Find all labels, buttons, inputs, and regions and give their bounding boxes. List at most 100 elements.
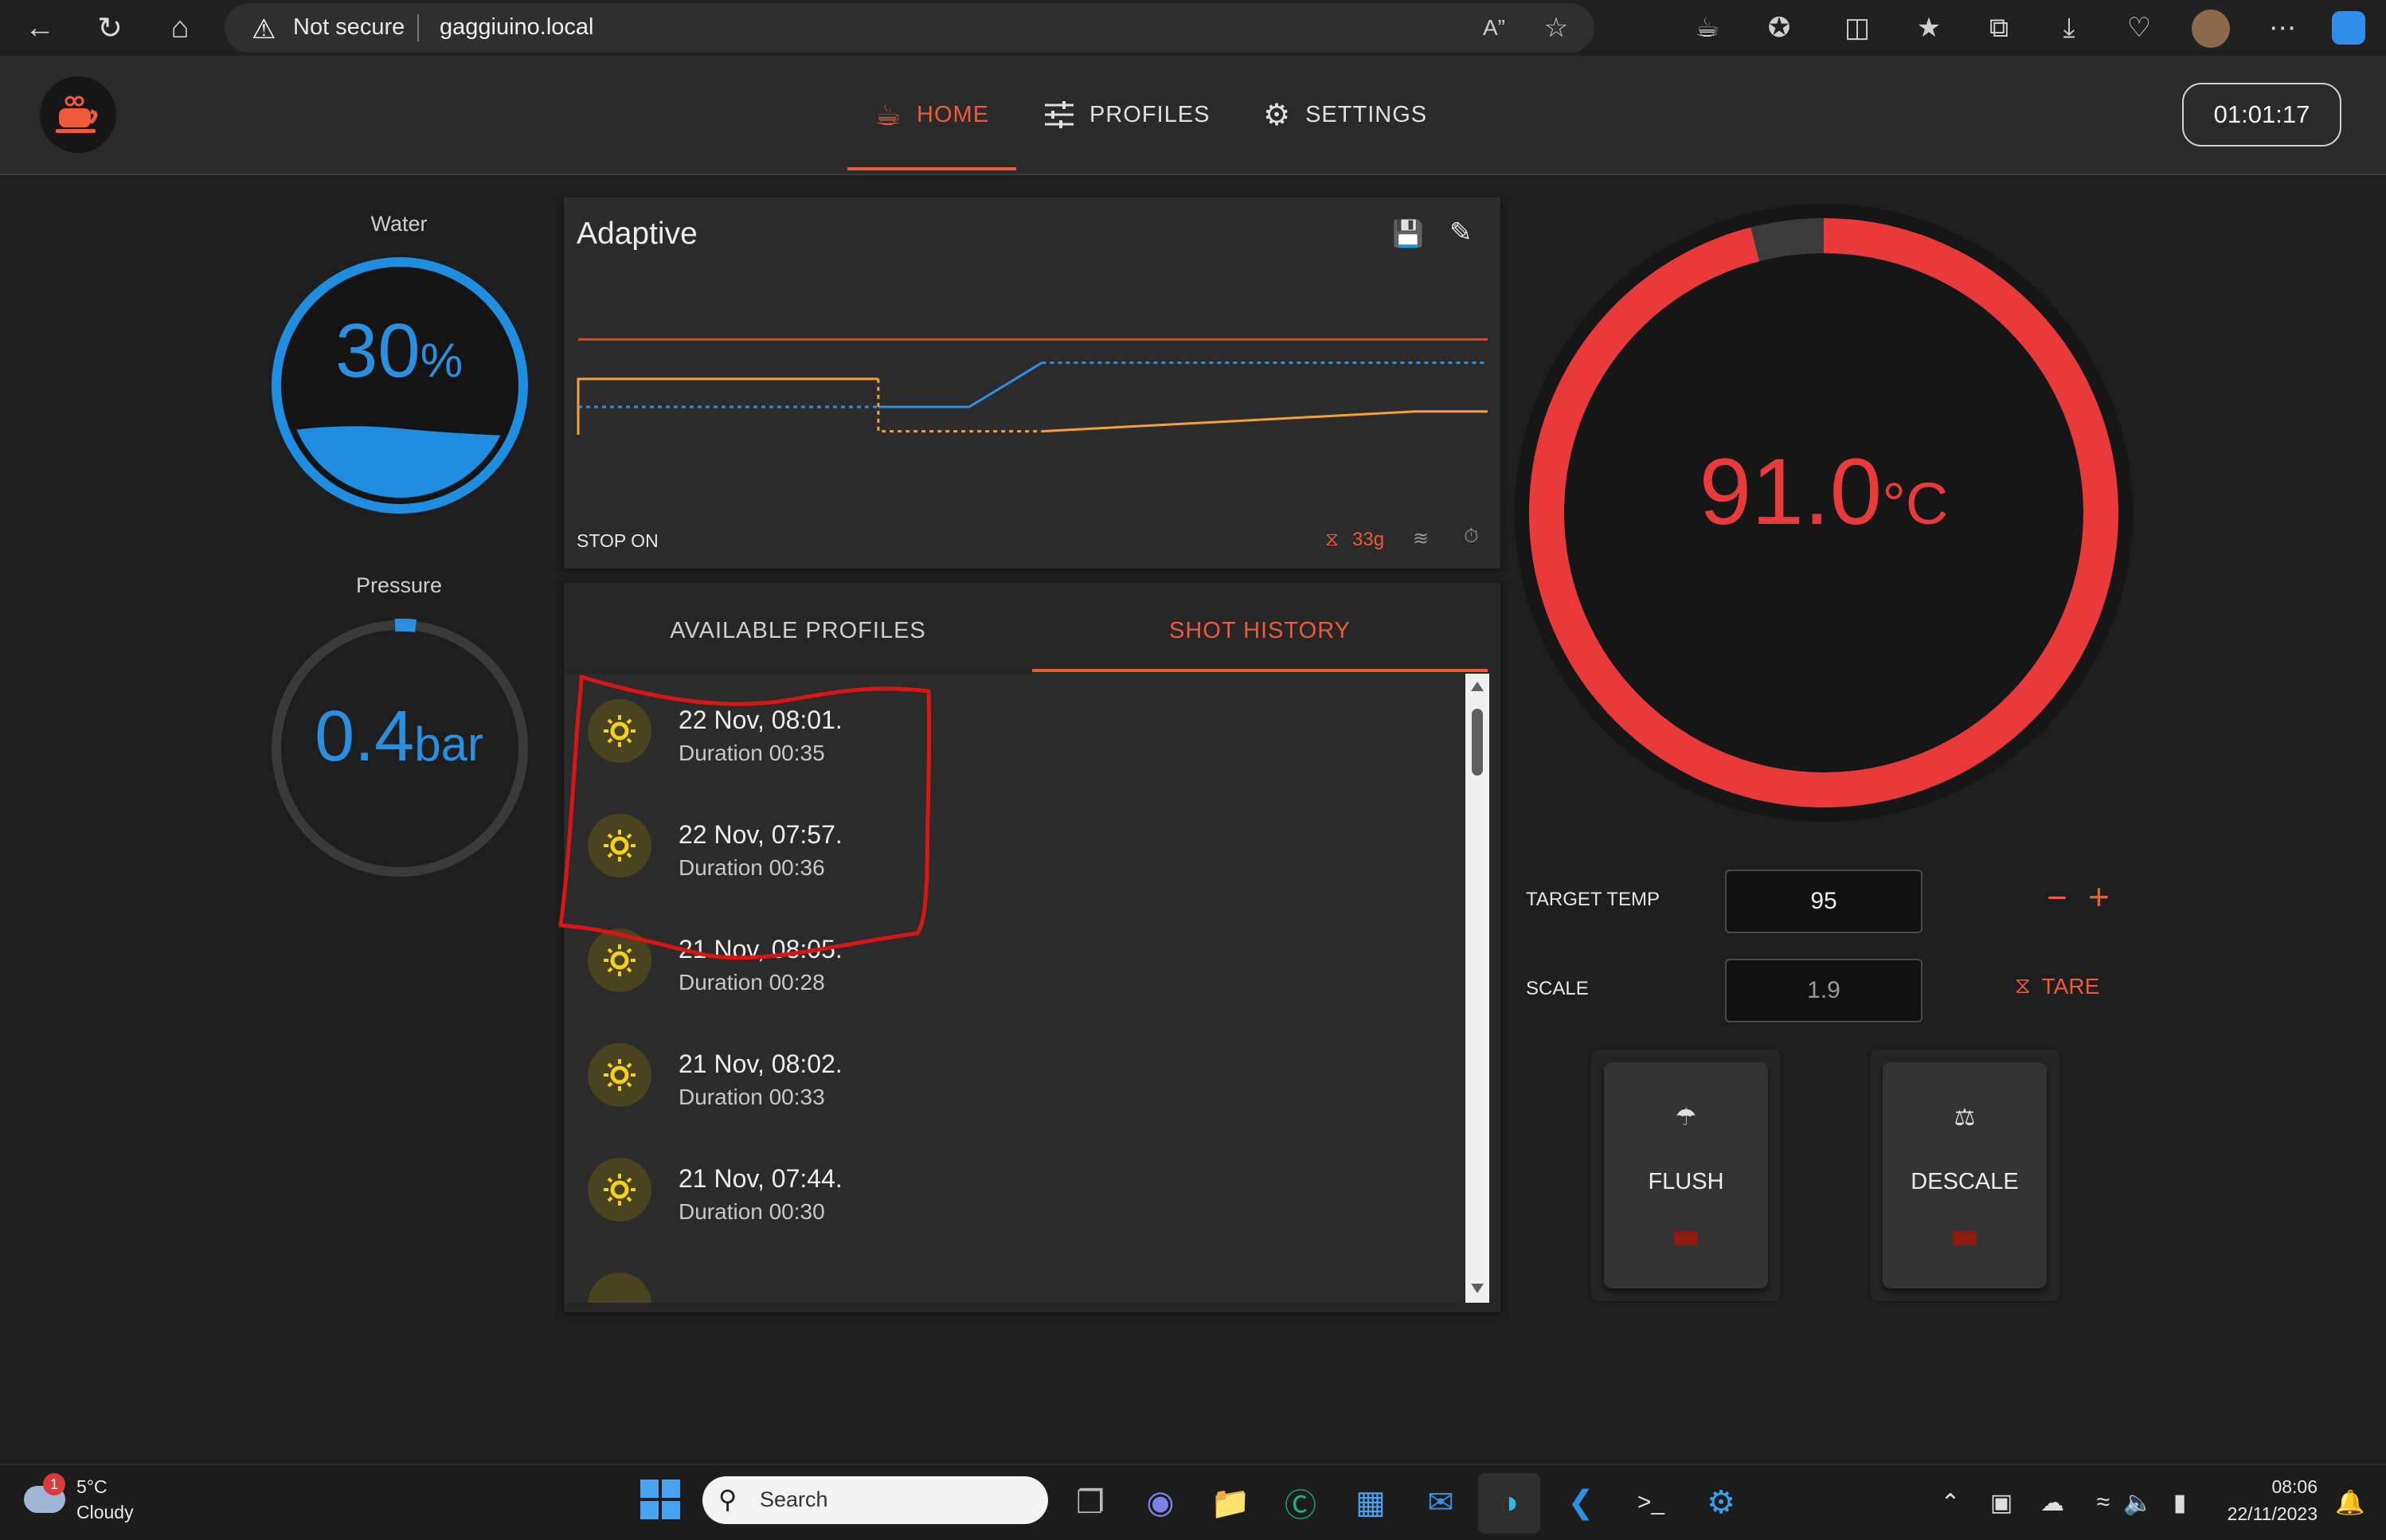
- water-label: Water: [370, 212, 428, 236]
- weather-temp[interactable]: 5°C: [76, 1476, 108, 1498]
- shot-duration: Duration 00:33: [679, 1085, 825, 1109]
- profile-chart: [577, 338, 1488, 435]
- app-header: ☕ HOME PROFILES ⚙ SETTINGS 01:01:17: [0, 56, 2386, 175]
- clock-time[interactable]: 08:06: [2198, 1476, 2318, 1498]
- descale-label: DESCALE: [1911, 1169, 2019, 1194]
- sun-icon: [588, 1158, 651, 1221]
- shot-date: 21 Nov, 08:02.: [679, 1049, 843, 1078]
- stop-on-label: STOP ON: [577, 530, 659, 551]
- chevron-up-icon[interactable]: ⌃: [1927, 1479, 1973, 1526]
- list-item[interactable]: 21 Nov, 07:44. Duration 00:30: [564, 1132, 1464, 1247]
- list-item-partial[interactable]: [564, 1247, 1464, 1303]
- active-tab-indicator: [847, 167, 1016, 170]
- warning-icon: ⚠: [252, 14, 276, 45]
- tab-home[interactable]: ☕ HOME: [847, 56, 1016, 174]
- mail-icon[interactable]: ✉: [1418, 1479, 1464, 1526]
- onedrive-cloud-icon[interactable]: ☁: [2029, 1479, 2075, 1526]
- chart-series-line: [1042, 410, 1488, 433]
- settings-gear-icon[interactable]: ⚙: [1698, 1479, 1744, 1526]
- coffee-cup-icon: ☕: [874, 98, 903, 132]
- scrollbar[interactable]: [1465, 674, 1489, 1303]
- file-explorer-icon[interactable]: 📁: [1207, 1479, 1254, 1526]
- save-icon[interactable]: 💾: [1392, 218, 1424, 248]
- battery-icon[interactable]: ▮: [2157, 1479, 2203, 1526]
- shot-date: 21 Nov, 07:44.: [679, 1164, 843, 1193]
- scrollbar-thumb[interactable]: [1472, 709, 1483, 776]
- scale-weight-icon: ⧖: [1325, 529, 1339, 550]
- edit-pencil-icon[interactable]: ✎: [1449, 217, 1473, 248]
- microsoft-store-icon[interactable]: ▦: [1348, 1479, 1394, 1526]
- descale-icon: ⚖: [1954, 1104, 1976, 1131]
- scale-label: SCALE: [1526, 978, 1589, 999]
- refresh-icon[interactable]: ↻: [88, 6, 132, 50]
- tab-profiles[interactable]: PROFILES: [1043, 56, 1210, 174]
- decrease-temp-button[interactable]: −: [2047, 879, 2067, 917]
- active-list-tab-indicator: [1032, 669, 1488, 672]
- back-arrow-icon[interactable]: ←: [18, 6, 62, 50]
- coffee-extension-icon[interactable]: ☕: [1687, 8, 1728, 48]
- tab-shot-history[interactable]: SHOT HISTORY: [1032, 599, 1488, 663]
- search-placeholder: Search: [760, 1487, 828, 1511]
- tare-button[interactable]: ⧖ TARE: [2015, 973, 2099, 999]
- screen-share-icon[interactable]: ▣: [1978, 1479, 2024, 1526]
- address-bar[interactable]: ⚠ Not secure gaggiuino.local A” ☆: [225, 3, 1594, 53]
- weather-badge: 1: [43, 1473, 65, 1495]
- edge-browser-icon[interactable]: ◑: [1486, 1479, 1532, 1526]
- app-icon-green[interactable]: Ⓒ: [1277, 1479, 1324, 1526]
- split-screen-icon[interactable]: ◫: [1836, 8, 1878, 48]
- target-temp-field[interactable]: 95: [1725, 870, 1922, 933]
- notification-bell-icon[interactable]: 🔔: [2327, 1479, 2373, 1526]
- scroll-up-arrow-icon[interactable]: [1471, 682, 1484, 691]
- favorite-star-icon[interactable]: ☆: [1535, 8, 1577, 48]
- downloads-icon[interactable]: ⤓: [2048, 8, 2090, 48]
- copilot-icon[interactable]: [2332, 11, 2365, 45]
- scale-field[interactable]: 1.9: [1725, 959, 1922, 1022]
- shot-timer: 01:01:17: [2182, 83, 2341, 147]
- home-icon[interactable]: ⌂: [158, 6, 202, 50]
- browser-essentials-icon[interactable]: ♡: [2118, 8, 2160, 48]
- favorites-icon[interactable]: ★: [1908, 8, 1950, 48]
- profile-chart-card: Adaptive 💾 ✎ STOP ON ⧖ 33g ≋ ⏱: [564, 197, 1500, 569]
- pressure-label: Pressure: [355, 573, 443, 597]
- scroll-down-arrow-icon[interactable]: [1471, 1284, 1484, 1293]
- teams-chat-icon[interactable]: ◉: [1137, 1479, 1183, 1526]
- water-volume-icon: ≋: [1413, 528, 1430, 549]
- weather-desc[interactable]: Cloudy: [76, 1502, 134, 1523]
- security-label[interactable]: Not secure: [293, 14, 405, 41]
- profile-avatar[interactable]: [2192, 10, 2230, 48]
- gaggiuino-logo[interactable]: [40, 76, 116, 153]
- list-item[interactable]: 21 Nov, 08:02. Duration 00:33: [564, 1018, 1464, 1132]
- flush-button[interactable]: ☂ FLUSH: [1604, 1062, 1768, 1288]
- tab-available-profiles[interactable]: AVAILABLE PROFILES: [564, 599, 1032, 663]
- increase-temp-button[interactable]: +: [2088, 877, 2110, 916]
- chart-series-line: [878, 362, 1043, 408]
- gear-icon: ⚙: [1263, 98, 1292, 132]
- tab-settings[interactable]: ⚙ SETTINGS: [1263, 56, 1427, 174]
- windows-taskbar: 1 5°C Cloudy ⚲ Search ❐ ◉ 📁 Ⓒ ▦ ✉ ◑ ❮ >_…: [0, 1464, 2386, 1540]
- task-view-icon[interactable]: ❐: [1067, 1479, 1113, 1526]
- url-text[interactable]: gaggiuino.local: [440, 14, 593, 41]
- extensions-puzzle-icon[interactable]: ✪: [1758, 8, 1800, 48]
- stop-weight-value: 33g: [1352, 529, 1385, 550]
- pressure-value: 0.4bar: [315, 697, 483, 776]
- sun-icon: [588, 1043, 651, 1107]
- shot-duration: Duration 00:28: [679, 970, 825, 995]
- read-aloud-icon[interactable]: A”: [1473, 8, 1515, 48]
- search-icon: ⚲: [718, 1485, 737, 1514]
- taskbar-search-box[interactable]: ⚲ Search: [702, 1476, 1048, 1524]
- shot-duration: Duration 00:30: [679, 1199, 825, 1224]
- coffee-logo-icon: [56, 96, 98, 133]
- clock-date[interactable]: 22/11/2023: [2198, 1503, 2318, 1525]
- more-menu-icon[interactable]: ⋯: [2262, 8, 2303, 48]
- water-value: 30%: [334, 308, 464, 393]
- vscode-icon[interactable]: ❮: [1558, 1479, 1604, 1526]
- tab-profiles-label: PROFILES: [1089, 101, 1211, 127]
- volume-icon[interactable]: 🔈: [2115, 1479, 2161, 1526]
- scale-tare-icon: ⧖: [2015, 973, 2031, 998]
- descale-button[interactable]: ⚖ DESCALE: [1883, 1062, 2047, 1288]
- windows-start-icon[interactable]: [640, 1479, 680, 1519]
- collections-icon[interactable]: ⧉: [1978, 8, 2020, 48]
- terminal-icon[interactable]: >_: [1628, 1479, 1674, 1526]
- sun-icon: [588, 1272, 651, 1303]
- chart-series-line: [877, 378, 1042, 433]
